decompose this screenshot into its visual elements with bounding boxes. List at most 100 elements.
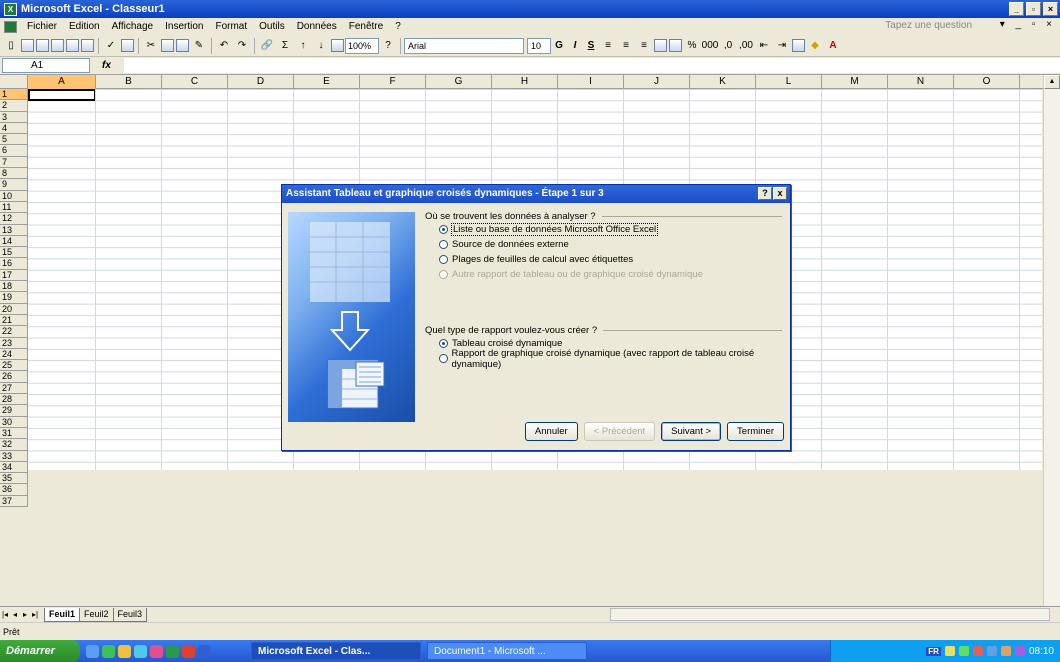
task-word[interactable]: Document1 - Microsoft ... bbox=[427, 642, 587, 660]
menu-help[interactable]: ? bbox=[389, 21, 407, 32]
row-header[interactable]: 15 bbox=[0, 247, 28, 259]
italic-button[interactable]: I bbox=[567, 38, 583, 54]
tray-icon[interactable] bbox=[958, 646, 969, 656]
row-header[interactable]: 19 bbox=[0, 292, 28, 304]
row-header[interactable]: 9 bbox=[0, 179, 28, 191]
column-header-m[interactable]: M bbox=[822, 75, 888, 89]
powerpoint-quick-icon[interactable] bbox=[182, 644, 195, 658]
language-indicator[interactable]: FR bbox=[926, 646, 941, 656]
row-header[interactable]: 31 bbox=[0, 427, 28, 440]
sheet-tab-feuil3[interactable]: Feuil3 bbox=[112, 607, 148, 622]
menu-outils[interactable]: Outils bbox=[253, 21, 291, 32]
select-all-corner[interactable] bbox=[0, 75, 28, 89]
row-header[interactable]: 3 bbox=[0, 111, 28, 123]
font-size-select[interactable]: 10 bbox=[527, 37, 551, 54]
row-header[interactable]: 16 bbox=[0, 258, 28, 270]
column-header-a[interactable]: A bbox=[28, 75, 96, 89]
option-excel-list[interactable]: Liste ou base de données Microsoft Offic… bbox=[439, 222, 782, 237]
prev-sheet-icon[interactable]: ◂ bbox=[10, 610, 20, 619]
radio-pivot-table[interactable] bbox=[439, 339, 448, 348]
radio-consolidation-ranges[interactable] bbox=[439, 255, 448, 264]
minimize-button[interactable]: _ bbox=[1009, 2, 1024, 16]
print-preview-icon[interactable] bbox=[81, 39, 94, 52]
font-color-icon[interactable]: A bbox=[825, 38, 841, 54]
vertical-scrollbar[interactable]: ▲ bbox=[1043, 75, 1060, 606]
align-right-icon[interactable]: ≡ bbox=[636, 38, 652, 54]
fx-icon[interactable]: fx bbox=[102, 60, 111, 71]
column-header-k[interactable]: K bbox=[690, 75, 756, 89]
first-sheet-icon[interactable]: |◂ bbox=[0, 610, 10, 619]
currency-icon[interactable] bbox=[669, 39, 682, 52]
row-header[interactable]: 18 bbox=[0, 281, 28, 293]
column-header-l[interactable]: L bbox=[756, 75, 822, 89]
row-header[interactable]: 22 bbox=[0, 326, 28, 338]
thousands-icon[interactable]: 000 bbox=[702, 38, 719, 54]
option-pivot-chart[interactable]: Rapport de graphique croisé dynamique (a… bbox=[439, 348, 782, 370]
merge-center-icon[interactable] bbox=[654, 39, 667, 52]
messenger-icon[interactable] bbox=[134, 644, 147, 658]
sort-asc-icon[interactable]: ↑ bbox=[295, 38, 311, 54]
menu-insertion[interactable]: Insertion bbox=[159, 21, 209, 32]
increase-decimal-icon[interactable]: ,0 bbox=[720, 38, 736, 54]
row-header[interactable]: 36 bbox=[0, 484, 28, 496]
help-question-input[interactable]: Tapez une question bbox=[885, 20, 972, 31]
row-header[interactable]: 7 bbox=[0, 156, 28, 169]
column-header-o[interactable]: O bbox=[954, 75, 1020, 89]
format-painter-icon[interactable]: ✎ bbox=[191, 38, 207, 54]
decrease-indent-icon[interactable]: ⇤ bbox=[756, 38, 772, 54]
task-excel[interactable]: Microsoft Excel - Clas... bbox=[251, 642, 421, 660]
hyperlink-icon[interactable]: 🔗 bbox=[259, 38, 275, 54]
row-header[interactable]: 23 bbox=[0, 337, 28, 349]
row-header[interactable]: 6 bbox=[0, 145, 28, 157]
dialog-close-button[interactable]: x bbox=[773, 187, 787, 200]
ie-icon[interactable] bbox=[86, 644, 99, 658]
start-button[interactable]: Démarrer bbox=[0, 640, 80, 662]
new-icon[interactable]: ▯ bbox=[3, 38, 19, 54]
row-header[interactable]: 33 bbox=[0, 450, 28, 462]
column-header-i[interactable]: I bbox=[558, 75, 624, 89]
increase-indent-icon[interactable]: ⇥ bbox=[774, 38, 790, 54]
bold-button[interactable]: G bbox=[551, 38, 567, 54]
tray-icon[interactable] bbox=[1014, 646, 1025, 656]
row-header[interactable]: 17 bbox=[0, 269, 28, 282]
radio-external-source[interactable] bbox=[439, 240, 448, 249]
workbook-icon[interactable] bbox=[4, 20, 17, 33]
dialog-help-button[interactable]: ? bbox=[758, 187, 772, 200]
zoom-select[interactable]: 100% bbox=[345, 37, 379, 54]
maximize-button[interactable]: ▫ bbox=[1026, 2, 1041, 16]
decrease-decimal-icon[interactable]: ,00 bbox=[738, 38, 754, 54]
row-header[interactable]: 34 bbox=[0, 461, 28, 474]
option-consolidation-ranges[interactable]: Plages de feuilles de calcul avec étique… bbox=[439, 252, 782, 267]
undo-icon[interactable]: ↶ bbox=[216, 38, 232, 54]
menu-fenetre[interactable]: Fenêtre bbox=[343, 21, 389, 32]
word-quick-icon[interactable] bbox=[198, 644, 211, 658]
column-header-b[interactable]: B bbox=[96, 75, 162, 89]
row-header[interactable]: 29 bbox=[0, 405, 28, 417]
row-header[interactable]: 8 bbox=[0, 168, 28, 180]
save-icon[interactable] bbox=[36, 39, 49, 52]
row-header[interactable]: 37 bbox=[0, 495, 28, 507]
row-header[interactable]: 10 bbox=[0, 190, 28, 202]
align-center-icon[interactable]: ≡ bbox=[618, 38, 634, 54]
dialog-title-bar[interactable]: Assistant Tableau et graphique croisés d… bbox=[282, 185, 790, 203]
row-header[interactable]: 24 bbox=[0, 348, 28, 361]
borders-icon[interactable] bbox=[792, 39, 805, 52]
row-header[interactable]: 11 bbox=[0, 201, 28, 214]
close-button[interactable]: × bbox=[1043, 2, 1058, 16]
font-select[interactable]: Arial bbox=[404, 37, 524, 54]
row-header[interactable]: 13 bbox=[0, 224, 28, 236]
horizontal-scrollbar[interactable] bbox=[610, 608, 1050, 621]
tray-icon[interactable] bbox=[944, 646, 955, 656]
excel-quick-icon[interactable] bbox=[166, 644, 179, 658]
sheet-tab-feuil1[interactable]: Feuil1 bbox=[44, 607, 81, 622]
row-header[interactable]: 2 bbox=[0, 100, 28, 112]
tray-icon[interactable] bbox=[1000, 646, 1011, 656]
name-box[interactable]: A1 bbox=[2, 58, 90, 73]
percent-icon[interactable]: % bbox=[684, 38, 700, 54]
cancel-button[interactable]: Annuler bbox=[524, 422, 578, 441]
menu-donnees[interactable]: Données bbox=[291, 21, 343, 32]
row-header[interactable]: 5 bbox=[0, 134, 28, 146]
row-header[interactable]: 21 bbox=[0, 314, 28, 327]
column-header-h[interactable]: H bbox=[492, 75, 558, 89]
menu-format[interactable]: Format bbox=[209, 21, 253, 32]
